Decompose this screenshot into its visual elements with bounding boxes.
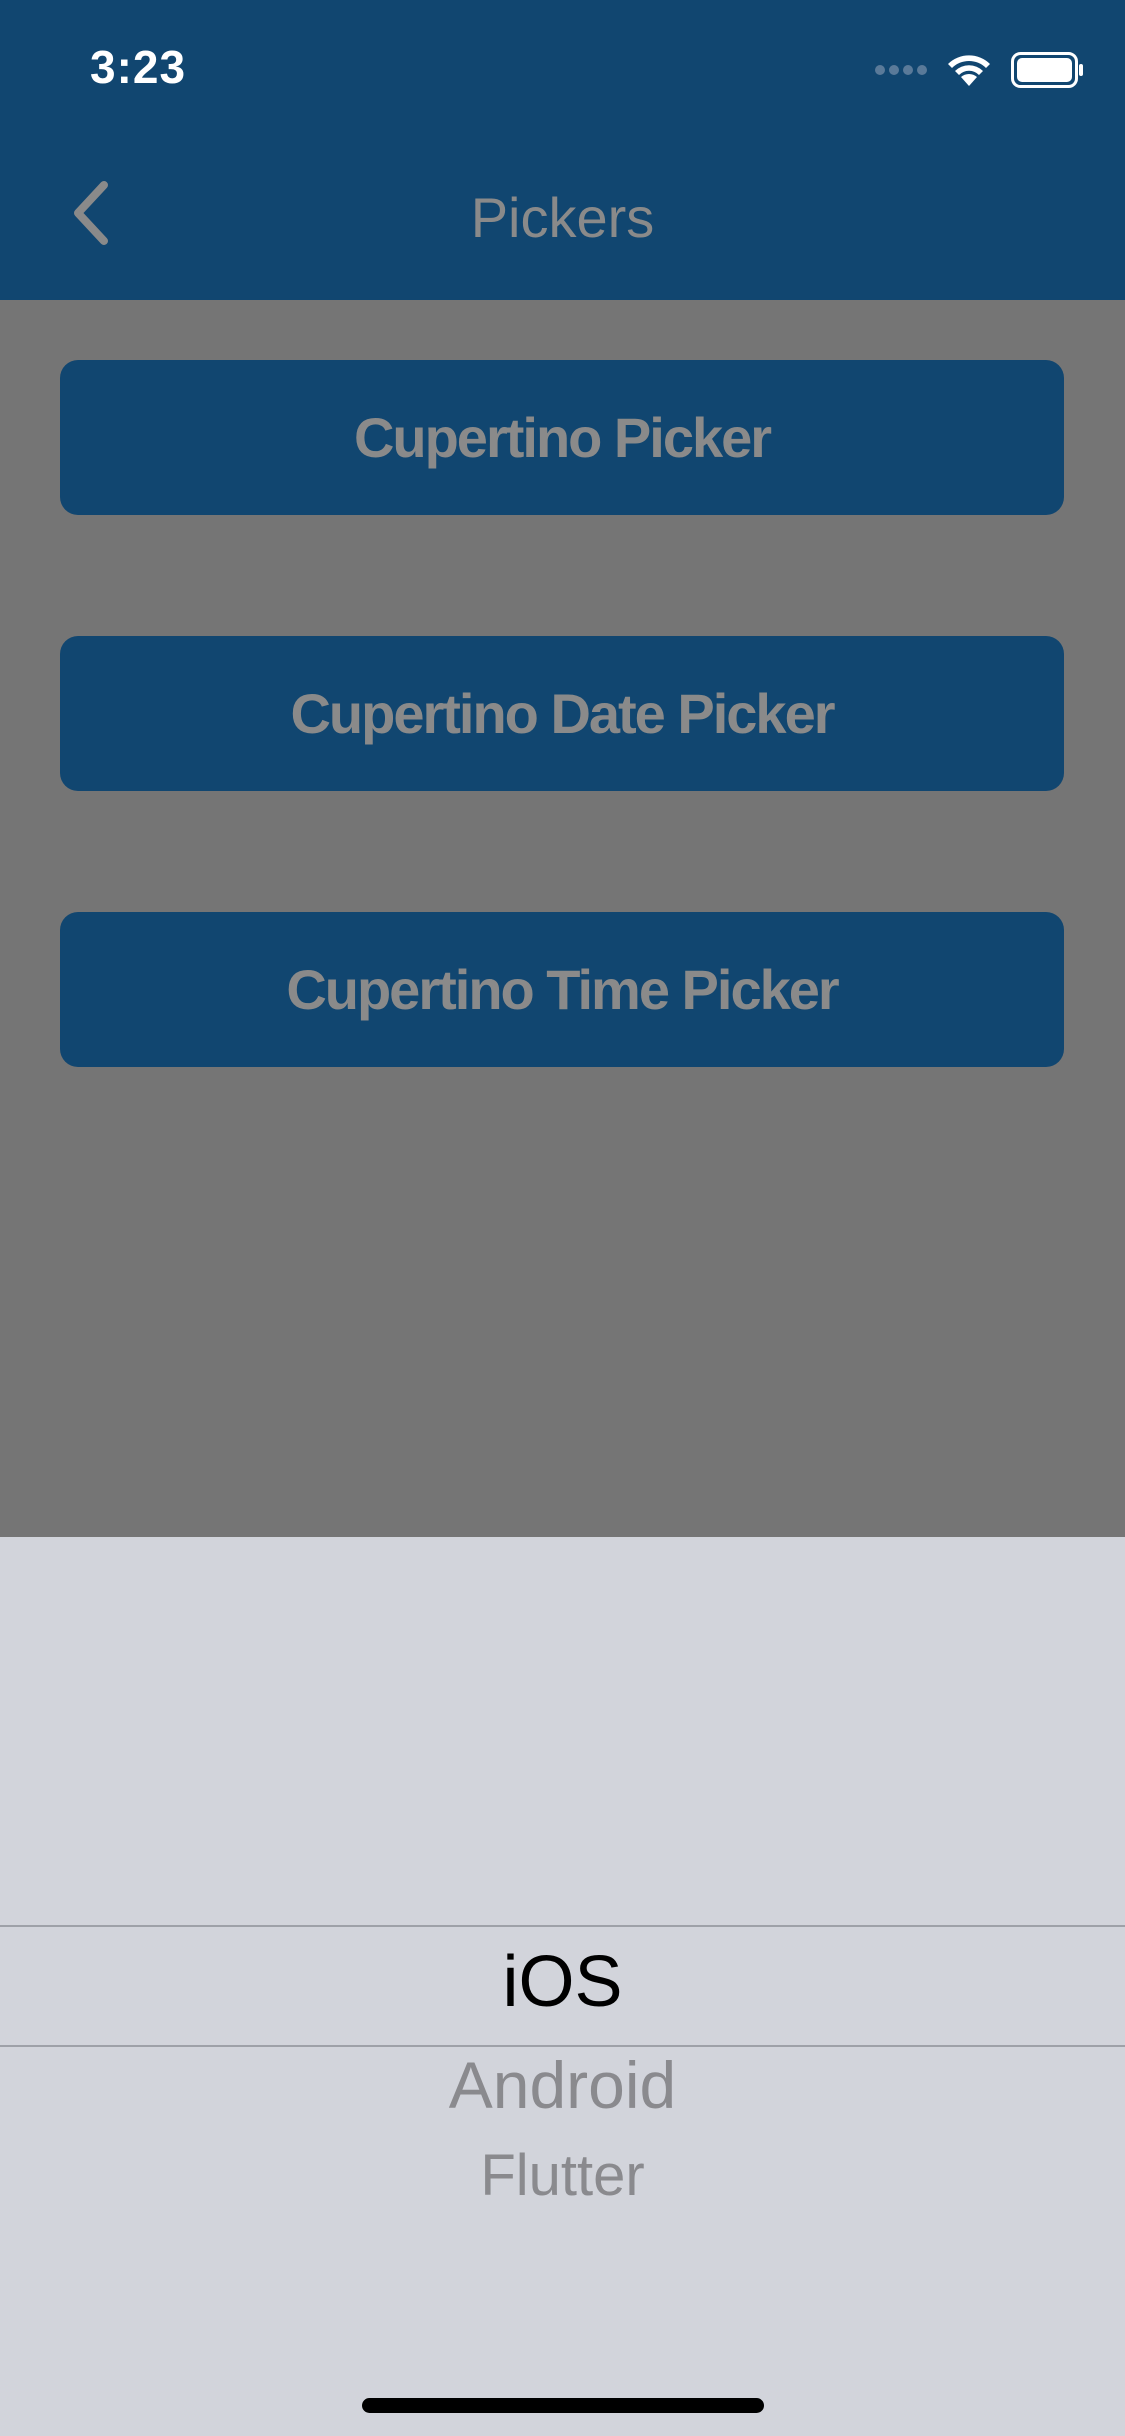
picker-item-android[interactable]: Android <box>0 2047 1125 2123</box>
cupertino-date-picker-button[interactable]: Cupertino Date Picker <box>60 636 1064 791</box>
home-indicator[interactable] <box>362 2398 764 2413</box>
page-title: Pickers <box>470 186 655 249</box>
selection-top-line <box>0 1925 1125 1927</box>
status-time: 3:23 <box>90 41 187 93</box>
cellular-dots-icon <box>875 63 927 81</box>
app-bar: Pickers <box>0 135 1125 300</box>
status-icons <box>875 51 1085 93</box>
main-content: Cupertino Picker Cupertino Date Picker C… <box>0 300 1125 1537</box>
cupertino-picker-button[interactable]: Cupertino Picker <box>60 360 1064 515</box>
wifi-icon <box>945 52 993 93</box>
status-bar: 3:23 <box>0 0 1125 135</box>
picker-item-ios[interactable]: iOS <box>0 1941 1125 2023</box>
cupertino-time-picker-button[interactable]: Cupertino Time Picker <box>60 912 1064 1067</box>
battery-icon <box>1011 51 1085 93</box>
picker-item-flutter[interactable]: Flutter <box>0 2142 1125 2209</box>
picker-sheet[interactable]: iOS Android Flutter <box>0 1537 1125 2436</box>
